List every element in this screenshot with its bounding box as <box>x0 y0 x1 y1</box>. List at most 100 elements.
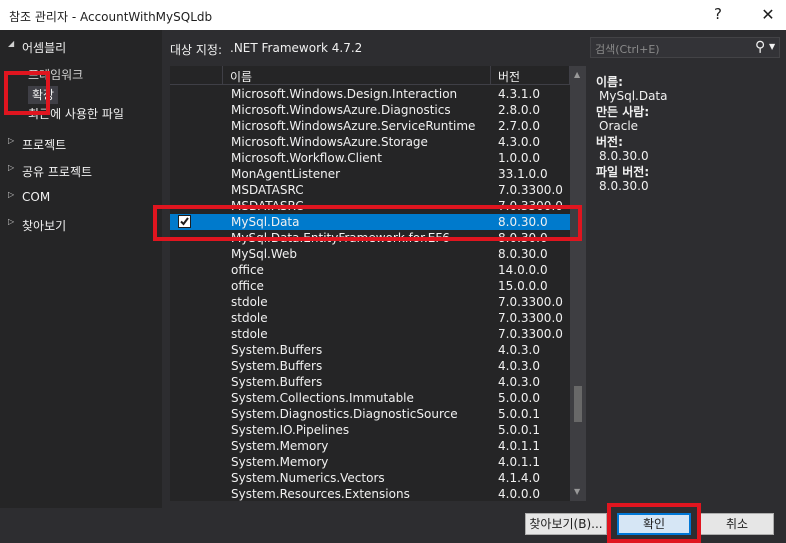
list-item-name: System.Buffers <box>231 375 323 389</box>
collapsed-triangle-icon: ▷ <box>8 136 15 145</box>
list-item-version: 4.0.3.0 <box>498 343 540 357</box>
list-item[interactable]: MSDATASRC 7.0.3300.0 <box>170 182 570 198</box>
list-item-name: Microsoft.WindowsAzure.ServiceRuntime <box>231 119 476 133</box>
list-item[interactable]: MySql.Web 8.0.30.0 <box>170 246 570 262</box>
list-item[interactable]: stdole 7.0.3300.0 <box>170 326 570 342</box>
highlight-box-ok-button <box>607 503 701 543</box>
list-header: 이름 버전 <box>170 66 570 85</box>
list-item-name: System.Collections.Immutable <box>231 391 414 405</box>
title-bar: 참조 관리자 - AccountWithMySQLdb ? ✕ <box>0 0 786 30</box>
collapsed-triangle-icon: ▷ <box>8 217 15 226</box>
column-header-name[interactable]: 이름 <box>230 68 252 85</box>
list-item-name: MSDATASRC <box>231 183 304 197</box>
list-item-name: Microsoft.WindowsAzure.Storage <box>231 135 428 149</box>
list-item[interactable]: stdole 7.0.3300.0 <box>170 310 570 326</box>
help-button[interactable]: ? <box>711 5 725 23</box>
list-item[interactable]: MonAgentListener 33.1.0.0 <box>170 166 570 182</box>
list-item[interactable]: System.Memory 4.0.1.1 <box>170 454 570 470</box>
search-placeholder: 검색(Ctrl+E) <box>595 43 660 56</box>
detail-version-label: 버전: <box>596 135 623 149</box>
scrollbar-thumb[interactable] <box>574 386 582 422</box>
list-item-name: office <box>231 279 264 293</box>
list-rows: Microsoft.Windows.Design.Interaction 4.3.… <box>170 86 570 501</box>
list-item[interactable]: System.IO.Pipelines 5.0.0.1 <box>170 422 570 438</box>
expanded-triangle-icon: ◢ <box>8 39 15 48</box>
column-header-version[interactable]: 버전 <box>498 68 520 85</box>
list-item-name: System.Resources.Extensions <box>231 487 410 501</box>
detail-author-value: Oracle <box>599 119 639 133</box>
list-item-name: System.Diagnostics.DiagnosticSource <box>231 407 458 421</box>
list-item-version: 33.1.0.0 <box>498 167 548 181</box>
list-item[interactable]: Microsoft.WindowsAzure.Storage 4.3.0.0 <box>170 134 570 150</box>
sidebar-item-projects[interactable]: ▷ 프로젝트 <box>0 133 162 153</box>
detail-author-label: 만든 사람: <box>596 105 650 119</box>
column-divider[interactable] <box>490 66 491 85</box>
close-button[interactable]: ✕ <box>760 5 776 24</box>
browse-button[interactable]: 찾아보기(B)... <box>525 513 607 535</box>
list-item-version: 1.0.0.0 <box>498 151 540 165</box>
list-item-version: 4.0.3.0 <box>498 359 540 373</box>
list-item-version: 5.0.0.0 <box>498 391 540 405</box>
scroll-down-icon[interactable]: ▼ <box>574 487 580 496</box>
list-item-version: 7.0.3300.0 <box>498 327 563 341</box>
sidebar-item-browse[interactable]: ▷ 찾아보기 <box>0 214 162 234</box>
window-title: 참조 관리자 - AccountWithMySQLdb <box>9 10 213 24</box>
sidebar-item-label: 찾아보기 <box>22 219 67 233</box>
sidebar-item-label: 어셈블리 <box>22 41 67 55</box>
list-item-name: MySql.Web <box>231 247 297 261</box>
list-item-version: 15.0.0.0 <box>498 279 548 293</box>
detail-name-value: MySql.Data <box>599 89 668 103</box>
list-item-name: office <box>231 263 264 277</box>
target-label: 대상 지정: <box>170 43 223 57</box>
list-item[interactable]: System.Buffers 4.0.3.0 <box>170 374 570 390</box>
list-item[interactable]: System.Collections.Immutable 5.0.0.0 <box>170 390 570 406</box>
sidebar-item-label: 공유 프로젝트 <box>22 165 93 179</box>
list-item[interactable]: System.Buffers 4.0.3.0 <box>170 358 570 374</box>
list-item-name: System.IO.Pipelines <box>231 423 350 437</box>
search-icon[interactable]: ⚲ <box>755 39 765 55</box>
list-item-name: stdole <box>231 295 268 309</box>
detail-file-version-value: 8.0.30.0 <box>599 179 649 193</box>
list-item-version: 4.0.1.1 <box>498 439 540 453</box>
list-item[interactable]: stdole 7.0.3300.0 <box>170 294 570 310</box>
list-item-name: Microsoft.Windows.Design.Interaction <box>231 87 458 101</box>
list-item[interactable]: Microsoft.Workflow.Client 1.0.0.0 <box>170 150 570 166</box>
sidebar-item-assemblies[interactable]: ◢ 어셈블리 <box>0 36 162 56</box>
collapsed-triangle-icon: ▷ <box>8 190 15 199</box>
search-box[interactable]: 검색(Ctrl+E) ⚲ ▼ <box>590 37 780 58</box>
column-divider[interactable] <box>222 66 223 85</box>
collapsed-triangle-icon: ▷ <box>8 163 15 172</box>
details-panel: 이름: MySql.Data 만든 사람: Oracle 버전: 8.0.30.… <box>590 66 780 501</box>
sidebar-item-com[interactable]: ▷ COM <box>0 187 162 207</box>
list-item-version: 5.0.0.1 <box>498 423 540 437</box>
list-item-name: stdole <box>231 327 268 341</box>
highlight-box-extensions <box>4 71 50 115</box>
detail-version-value: 8.0.30.0 <box>599 149 649 163</box>
list-item[interactable]: Microsoft.Windows.Design.Interaction 4.3.… <box>170 86 570 102</box>
list-item[interactable]: System.Buffers 4.0.3.0 <box>170 342 570 358</box>
cancel-button[interactable]: 취소 <box>700 513 774 535</box>
list-item[interactable]: System.Resources.Extensions 4.0.0.0 <box>170 486 570 501</box>
list-item-name: Microsoft.WindowsAzure.Diagnostics <box>231 103 451 117</box>
list-item-name: System.Buffers <box>231 359 323 373</box>
list-item[interactable]: System.Diagnostics.DiagnosticSource 5.0.0… <box>170 406 570 422</box>
list-item[interactable]: Microsoft.WindowsAzure.ServiceRuntime 2.7… <box>170 118 570 134</box>
list-item[interactable]: System.Memory 4.0.1.1 <box>170 438 570 454</box>
list-item-name: System.Numerics.Vectors <box>231 471 385 485</box>
list-item[interactable]: office 14.0.0.0 <box>170 262 570 278</box>
chevron-down-icon[interactable]: ▼ <box>769 42 775 51</box>
list-item-version: 7.0.3300.0 <box>498 183 563 197</box>
list-item[interactable]: Microsoft.WindowsAzure.Diagnostics 2.8.0.… <box>170 102 570 118</box>
highlight-box-selected-row <box>153 205 582 241</box>
list-item-version: 5.0.0.1 <box>498 407 540 421</box>
vertical-scrollbar[interactable]: ▲ ▼ <box>570 66 586 501</box>
list-item[interactable]: office 15.0.0.0 <box>170 278 570 294</box>
sidebar-item-label: COM <box>22 190 51 204</box>
sidebar-item-shared-projects[interactable]: ▷ 공유 프로젝트 <box>0 160 162 180</box>
list-item-version: 2.8.0.0 <box>498 103 540 117</box>
scroll-up-icon[interactable]: ▲ <box>574 70 580 79</box>
list-item[interactable]: System.Numerics.Vectors 4.1.4.0 <box>170 470 570 486</box>
detail-name-label: 이름: <box>596 75 623 89</box>
list-item-name: System.Buffers <box>231 343 323 357</box>
target-value: .NET Framework 4.7.2 <box>230 41 363 55</box>
